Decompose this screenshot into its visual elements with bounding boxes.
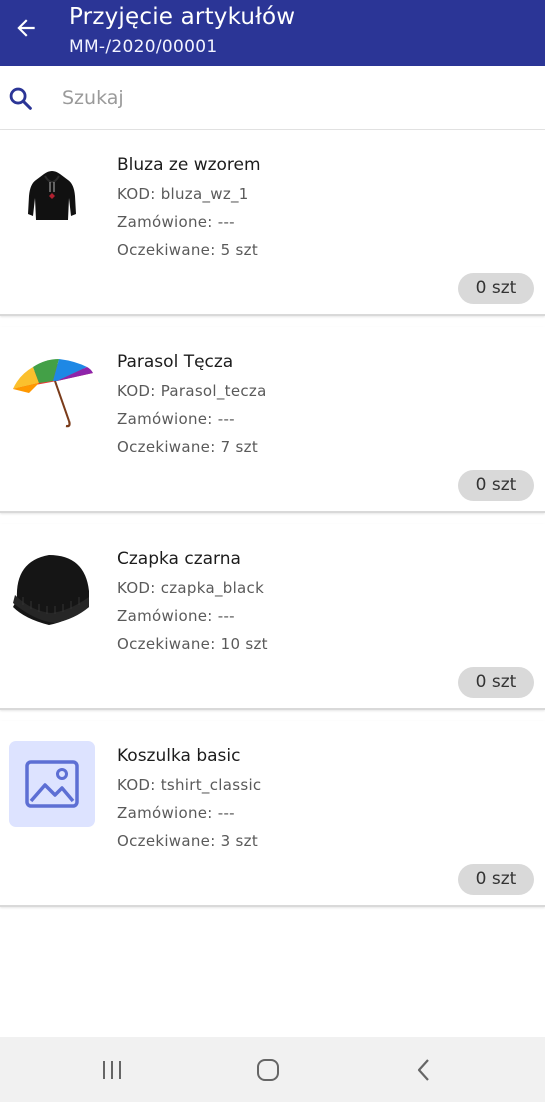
item-expected: Oczekiwane: 3 szt [117,832,259,850]
item-code: KOD: Parasol_tecza [117,382,267,400]
item-ordered: Zamówione: --- [117,410,235,428]
item-ordered: Zamówione: --- [117,607,235,625]
list-item[interactable]: Czapka czarna KOD: czapka_black Zamówion… [0,524,545,710]
system-back-button[interactable] [404,1055,444,1085]
hoodie-image [8,152,96,240]
arrow-left-icon [17,19,35,37]
item-name: Koszulka basic [117,746,241,766]
home-icon [257,1059,279,1081]
back-button[interactable] [8,8,44,48]
item-ordered: Zamówione: --- [117,804,235,822]
list-item[interactable]: Parasol Tęcza KOD: Parasol_tecza Zamówio… [0,327,545,513]
back-icon [417,1059,429,1081]
page-title: Przyjęcie artykułów [69,4,296,30]
home-button[interactable] [248,1055,288,1085]
item-expected: Oczekiwane: 10 szt [117,635,268,653]
app-bar: Przyjęcie artykułów MM-/2020/00001 [0,0,545,66]
beanie-image [8,546,96,634]
recents-icon [103,1061,121,1079]
document-number: MM-/2020/00001 [69,37,218,57]
search-input[interactable] [62,80,522,116]
item-name: Czapka czarna [117,549,241,569]
quantity-badge[interactable]: 0 szt [458,864,534,895]
search-bar [0,66,545,130]
umbrella-image [8,349,96,437]
quantity-badge[interactable]: 0 szt [458,273,534,304]
recents-button[interactable] [92,1055,132,1085]
list-item[interactable]: Koszulka basic KOD: tshirt_classic Zamów… [0,721,545,907]
quantity-badge[interactable]: 0 szt [458,667,534,698]
system-navigation-bar [0,1037,545,1102]
item-code: KOD: czapka_black [117,579,265,597]
search-icon[interactable] [7,85,35,113]
item-name: Parasol Tęcza [117,352,234,372]
quantity-badge[interactable]: 0 szt [458,470,534,501]
item-code: KOD: bluza_wz_1 [117,185,249,203]
image-placeholder-icon [9,741,95,827]
item-name: Bluza ze wzorem [117,155,261,175]
item-ordered: Zamówione: --- [117,213,235,231]
item-expected: Oczekiwane: 7 szt [117,438,259,456]
list-item[interactable]: Bluza ze wzorem KOD: bluza_wz_1 Zamówion… [0,130,545,316]
item-expected: Oczekiwane: 5 szt [117,241,259,259]
item-code: KOD: tshirt_classic [117,776,262,794]
